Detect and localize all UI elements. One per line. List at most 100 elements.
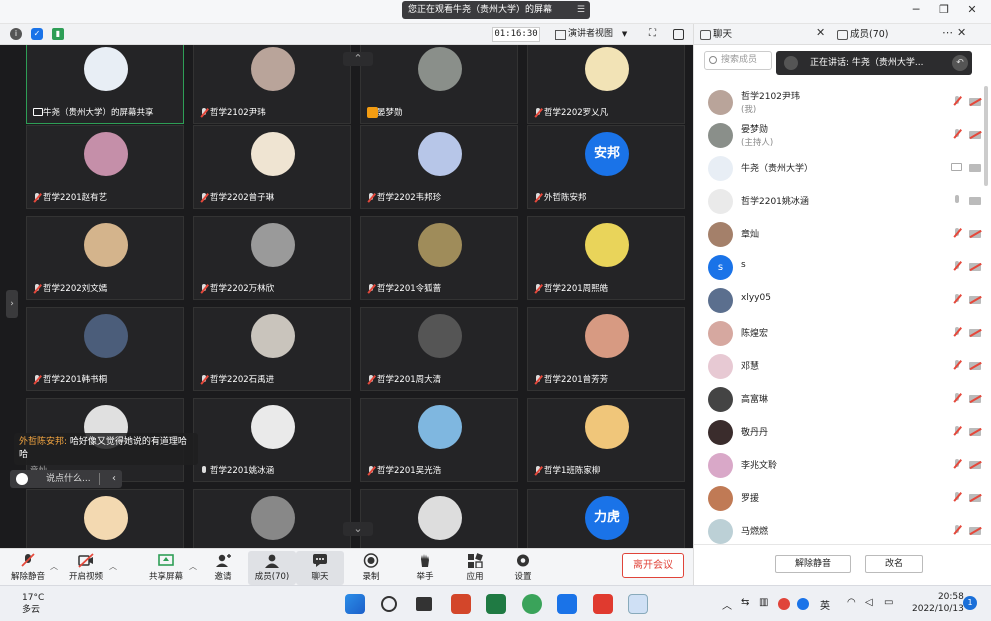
clock[interactable]: 20:58 2022/10/13 [912,591,964,615]
member-row[interactable]: 李兆文聆 [694,449,991,482]
mic-muted-icon[interactable] [952,492,962,504]
emoji-icon[interactable] [16,473,28,485]
fullscreen-icon[interactable]: ⛶ [646,28,659,40]
page-up-icon[interactable]: ⌃ [343,52,373,66]
camera-icon[interactable] [969,197,981,205]
video-tile[interactable]: 哲学2201令狐蔷 [360,216,518,300]
tray-app-icon[interactable]: ⇆ [741,597,749,608]
video-tile[interactable]: 哲学2201吴光浩 [360,398,518,482]
info-icon[interactable]: i [10,28,22,40]
video-tile[interactable]: 牛尧（贵州大学）的屏幕共享 [26,45,184,124]
shield-icon[interactable]: ✓ [31,28,43,40]
camera-off-icon[interactable] [969,395,981,403]
member-row[interactable]: 罗援 [694,482,991,515]
chevron-up-icon[interactable]: ︿ [50,561,58,572]
scrollbar[interactable] [984,86,988,186]
mic-muted-icon[interactable] [952,228,962,240]
more-icon[interactable]: ⋯ [942,26,953,39]
chevron-up-icon[interactable]: ︿ [109,561,117,572]
battery-icon[interactable]: ▭ [884,597,893,608]
camera-icon[interactable] [969,164,981,172]
video-tile[interactable]: 哲学1班陈家柳 [527,398,685,482]
mic-muted-icon[interactable] [952,96,962,108]
mic-muted-icon[interactable] [952,459,962,471]
video-tile[interactable]: 哲学2202万林欣 [193,216,351,300]
members-button[interactable]: 成员(70) [248,551,296,585]
search-icon[interactable] [381,596,397,612]
mic-muted-icon[interactable] [952,426,962,438]
unmute-all-button[interactable]: 解除静音 [775,555,851,573]
browser-icon[interactable] [522,594,542,614]
video-tile[interactable]: 哲学2202曾子琳 [193,125,351,209]
video-tile[interactable] [193,489,351,548]
video-tile[interactable]: 力虎 [527,489,685,548]
mic-icon[interactable] [952,195,962,207]
windows-start-icon[interactable] [345,594,365,614]
camera-off-icon[interactable] [969,98,981,106]
chevron-up-icon[interactable]: ︿ [189,561,197,572]
member-row[interactable]: xlyy05 [694,284,991,317]
speaker-view-button[interactable]: 演讲者视图 ▼ [552,27,627,42]
camera-off-icon[interactable] [969,527,981,535]
mic-muted-icon[interactable] [952,393,962,405]
tray-app-icon[interactable] [778,598,790,610]
mic-muted-icon[interactable] [952,129,962,141]
volume-icon[interactable]: ◁ [865,597,873,608]
mic-muted-icon[interactable] [952,360,962,372]
search-input[interactable]: 搜索成员 [704,51,772,70]
sidebar-collapse-handle[interactable]: › [6,290,18,318]
chevron-left-icon[interactable]: ‹ [112,470,116,488]
screen-share-banner[interactable]: 您正在观看牛尧（贵州大学）的屏幕 ☰ [402,1,590,19]
tab-chat[interactable]: 聊天 [697,24,732,45]
member-row[interactable]: 章灿 [694,218,991,251]
chevron-up-icon[interactable]: ︿ [722,597,732,612]
camera-off-icon[interactable] [969,296,981,304]
invite-button[interactable]: 邀请 [199,551,247,585]
tray-app-icon[interactable] [797,598,809,610]
camera-off-icon[interactable] [969,494,981,502]
member-row[interactable]: 晏梦勋 (主持人) [694,119,991,152]
ime-indicator[interactable]: 英 [820,597,830,612]
notification-badge[interactable]: 1 [963,596,977,610]
layout-toggle-icon[interactable] [673,29,684,40]
video-tile[interactable] [26,489,184,548]
snipping-tool-icon[interactable] [628,594,648,614]
chat-popup[interactable]: 外哲陈安邦: 哈好像又觉得她说的有道理哈哈 [14,433,198,465]
quick-chat-input[interactable]: 说点什么... ‹ [10,470,122,488]
close-icon[interactable]: ✕ [816,26,825,39]
video-tile[interactable]: 晏梦勋 [360,45,518,124]
camera-off-icon[interactable] [969,230,981,238]
member-row[interactable]: 哲学2102尹玮 (我) [694,86,991,119]
mic-muted-icon[interactable] [952,525,962,537]
member-row[interactable]: 敬丹丹 [694,416,991,449]
video-tile[interactable]: 哲学2201周大清 [360,307,518,391]
video-tile[interactable]: 哲学2201赵有艺 [26,125,184,209]
video-tile[interactable]: 安邦 外哲陈安邦 [527,125,685,209]
task-view-icon[interactable] [416,597,432,611]
signal-icon[interactable]: ▮ [52,28,64,40]
video-tile[interactable] [360,489,518,548]
video-tile[interactable]: 哲学2202刘文嫣 [26,216,184,300]
menu-icon[interactable]: ☰ [577,1,585,19]
member-row[interactable]: ss [694,251,991,284]
screen-share-icon[interactable] [951,163,962,171]
maximize-icon[interactable]: ❐ [934,3,954,16]
apps-button[interactable]: 应用 [451,551,499,585]
wps-icon[interactable] [593,594,613,614]
mic-muted-icon[interactable] [952,294,962,306]
member-row[interactable]: 陈煌宏 [694,317,991,350]
tab-members[interactable]: 成员(70) [834,24,889,45]
video-tile[interactable]: 哲学2201周熙皓 [527,216,685,300]
raise-hand-button[interactable]: 举手 [401,551,449,585]
camera-off-icon[interactable] [969,461,981,469]
rename-button[interactable]: 改名 [865,555,923,573]
video-tile[interactable]: 哲学2202石禹进 [193,307,351,391]
share-screen-button[interactable]: 共享屏幕 [142,551,190,585]
camera-off-icon[interactable] [969,329,981,337]
leave-meeting-button[interactable]: 离开会议 [622,553,684,578]
video-tile[interactable]: 哲学2201曾芳芳 [527,307,685,391]
chat-button[interactable]: 聊天 [296,551,344,585]
weather-widget[interactable]: 17°C 多云 [14,592,44,616]
camera-off-icon[interactable] [969,362,981,370]
camera-off-icon[interactable] [969,131,981,139]
